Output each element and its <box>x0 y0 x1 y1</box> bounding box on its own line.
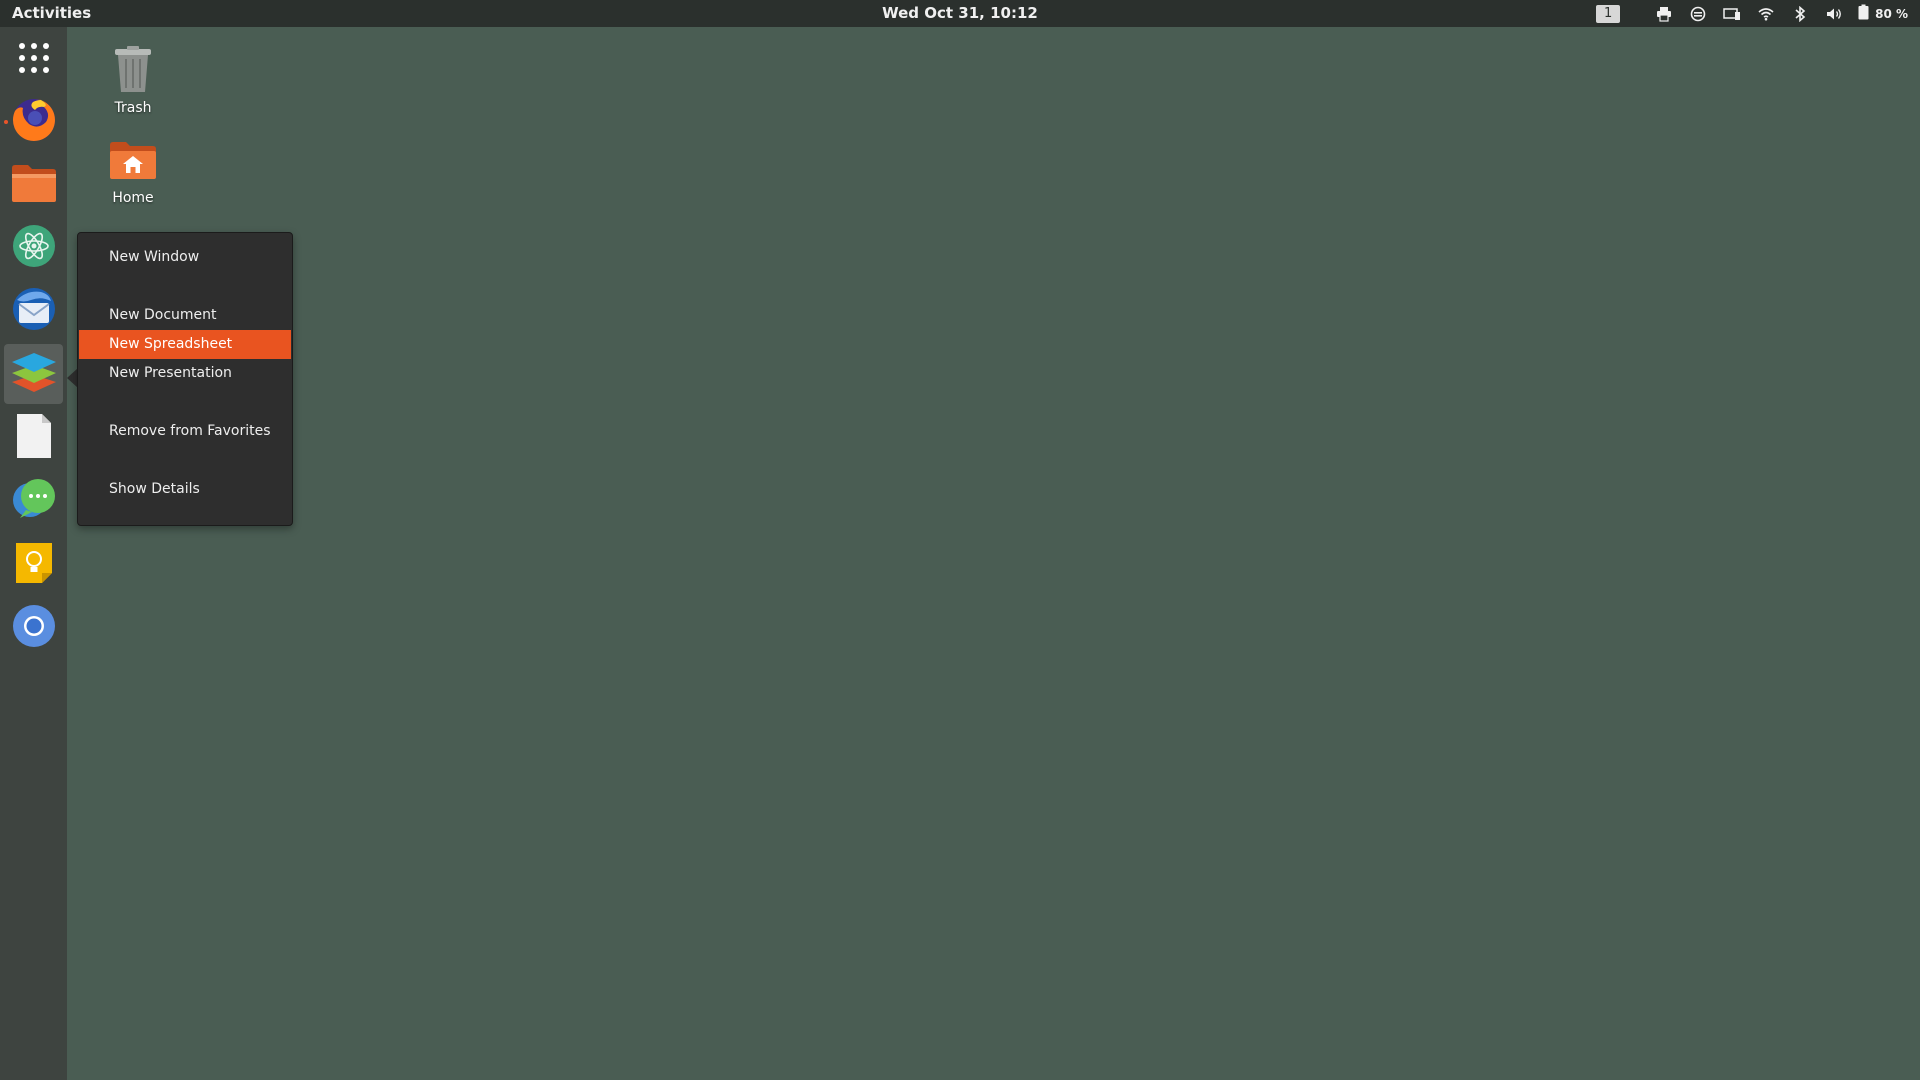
dock-document-viewer[interactable] <box>4 408 63 468</box>
volume-icon[interactable] <box>1824 4 1844 24</box>
chromium-icon <box>11 603 57 653</box>
files-icon <box>10 162 58 208</box>
battery-percentage: 80 % <box>1875 6 1908 21</box>
menu-item-new-presentation[interactable]: New Presentation <box>79 359 291 388</box>
top-bar: Activities Wed Oct 31, 10:12 1 80 % <box>0 0 1920 27</box>
battery-indicator[interactable]: 80 % <box>1858 4 1908 24</box>
home-folder-icon <box>107 134 159 186</box>
printer-icon[interactable] <box>1654 4 1674 24</box>
dock <box>0 27 67 1080</box>
desktop-icon-home[interactable]: Home <box>88 134 178 206</box>
desktop-icon-label: Home <box>112 190 154 206</box>
dock-onlyoffice[interactable] <box>4 344 63 404</box>
dock-files[interactable] <box>4 155 63 215</box>
dock-context-menu: New Window New Document New Spreadsheet … <box>77 232 293 526</box>
app-grid-icon <box>17 41 51 79</box>
desktop-icon-trash[interactable]: Trash <box>88 44 178 116</box>
desktop-icon-label: Trash <box>114 100 152 116</box>
dock-thunderbird[interactable] <box>4 281 63 341</box>
chat-icon <box>10 476 58 526</box>
dock-show-applications[interactable] <box>4 30 63 90</box>
bluetooth-icon[interactable] <box>1790 4 1810 24</box>
menu-item-new-window[interactable]: New Window <box>79 243 291 272</box>
menu-item-new-spreadsheet[interactable]: New Spreadsheet <box>79 330 291 359</box>
dock-atom[interactable] <box>4 218 63 278</box>
menu-item-show-details[interactable]: Show Details <box>79 475 291 504</box>
display-icon[interactable] <box>1722 4 1742 24</box>
onlyoffice-icon <box>10 349 58 399</box>
menu-item-new-document[interactable]: New Document <box>79 301 291 330</box>
dock-firefox[interactable] <box>4 92 63 152</box>
clock-button[interactable]: Wed Oct 31, 10:12 <box>882 4 1038 22</box>
dock-chromium[interactable] <box>4 598 63 658</box>
system-tray: 1 80 % <box>1582 0 1908 27</box>
trash-icon <box>107 44 159 96</box>
workspace-indicator[interactable]: 1 <box>1596 4 1621 23</box>
dock-chat[interactable] <box>4 471 63 531</box>
indicator-icon[interactable] <box>1688 4 1708 24</box>
keep-notes-icon <box>14 541 54 589</box>
thunderbird-icon <box>11 286 57 336</box>
dock-keep-notes[interactable] <box>4 535 63 595</box>
atom-icon <box>11 223 57 273</box>
document-viewer-icon <box>14 412 54 464</box>
activities-button[interactable]: Activities <box>12 4 91 22</box>
wifi-icon[interactable] <box>1756 4 1776 24</box>
firefox-icon <box>11 97 57 147</box>
battery-icon <box>1858 4 1869 24</box>
running-indicator <box>4 120 8 124</box>
menu-item-remove-from-favorites[interactable]: Remove from Favorites <box>79 417 291 446</box>
